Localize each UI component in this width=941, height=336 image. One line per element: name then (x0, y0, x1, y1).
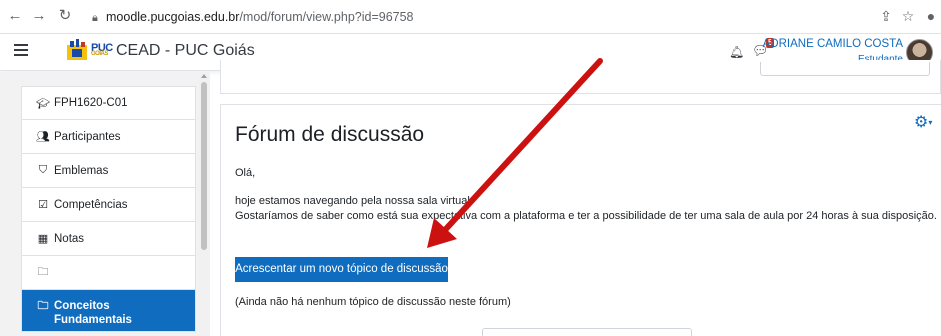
drawer-item-grades[interactable]: ▦ Notas (21, 222, 196, 256)
folder-icon: 🗀︎ (37, 266, 49, 278)
drawer-item-participants[interactable]: 👥︎ Participantes (21, 120, 196, 154)
lock-icon: 🔒︎ (92, 12, 98, 24)
address-bar[interactable]: 🔒︎ moodle.pucgoias.edu.br/mod/forum/view.… (92, 8, 414, 26)
star-icon[interactable]: ☆ (899, 7, 917, 25)
gear-icon[interactable]: ⚙▾ (914, 114, 941, 132)
share-icon[interactable]: ⇪ (877, 7, 895, 25)
reload-icon[interactable]: ↻ (56, 7, 74, 25)
user-name: ADRIANE CAMILO COSTA (762, 38, 903, 50)
page-title: Fórum de discussão (235, 123, 425, 146)
drawer-item-badges[interactable]: ⛉ Emblemas (21, 154, 196, 188)
add-discussion-button[interactable]: Acrescentar um novo tópico de discussão (235, 257, 448, 282)
profile-icon[interactable]: ● (922, 7, 940, 25)
bell-icon[interactable]: 🔔︎ (729, 46, 744, 58)
drawer-item-label: Conceitos Fundamentais (54, 300, 132, 326)
site-name[interactable]: CEAD - PUC Goiás (116, 42, 255, 60)
users-icon: 👥︎ (36, 131, 50, 143)
intro-greeting: Olá, (235, 167, 256, 179)
url-host: moodle.pucgoias.edu.br (106, 10, 240, 24)
nav-drawer: 🎓︎ FPH1620-C01 👥︎ Participantes ⛉ Emblemas … (0, 72, 210, 336)
scroll-up-arrow-icon[interactable] (201, 74, 207, 78)
jump-to-select[interactable] (760, 62, 930, 76)
table-icon: ▦ (37, 233, 49, 245)
browser-toolbar: ← → ↻ 🔒︎ moodle.pucgoias.edu.br/mod/forum… (0, 0, 941, 34)
drawer-item-course[interactable]: 🎓︎ FPH1620-C01 (21, 86, 196, 120)
drawer-item-label: Competências (54, 198, 128, 211)
puc-logo[interactable] (65, 39, 89, 61)
drawer-item-competencies[interactable]: ☑ Competências (21, 188, 196, 222)
drawer-item-label: Notas (54, 232, 85, 245)
drawer-list: 🎓︎ FPH1620-C01 👥︎ Participantes ⛉ Emblemas … (21, 86, 196, 332)
back-icon[interactable]: ← (6, 7, 24, 25)
shield-icon: ⛉ (38, 164, 48, 176)
drawer-item-label: Participantes (54, 130, 121, 143)
url-path: /mod/forum/view.php?id=96758 (239, 10, 414, 24)
drawer-scroll-thumb[interactable] (201, 82, 207, 250)
drawer-item-conceitos-fundamentais[interactable]: 🗀︎ Conceitos Fundamentais (21, 290, 196, 332)
search-forum-input[interactable] (482, 328, 692, 336)
caret-down-icon: ▾ (928, 118, 933, 127)
forward-icon[interactable]: → (30, 7, 48, 25)
intro-line-2: Gostaríamos de saber como está sua expec… (235, 210, 937, 222)
empty-forum-notice: (Ainda não há nenhum tópico de discussão… (235, 296, 511, 308)
intro-line-1: hoje estamos navegando pela nossa sala v… (235, 195, 473, 207)
graduation-cap-icon: 🎓︎ (36, 97, 50, 110)
folder-icon: 🗀︎ (37, 300, 49, 312)
drawer-item-label: Emblemas (54, 164, 109, 177)
drawer-item-label: FPH1620-C01 (54, 97, 128, 109)
checkbox-icon: ☑ (38, 199, 48, 211)
drawer-item-section-general[interactable]: 🗀︎ (21, 256, 196, 290)
logo-text: PUC GOIÁS (91, 42, 113, 57)
menu-toggle-icon[interactable] (14, 44, 28, 58)
